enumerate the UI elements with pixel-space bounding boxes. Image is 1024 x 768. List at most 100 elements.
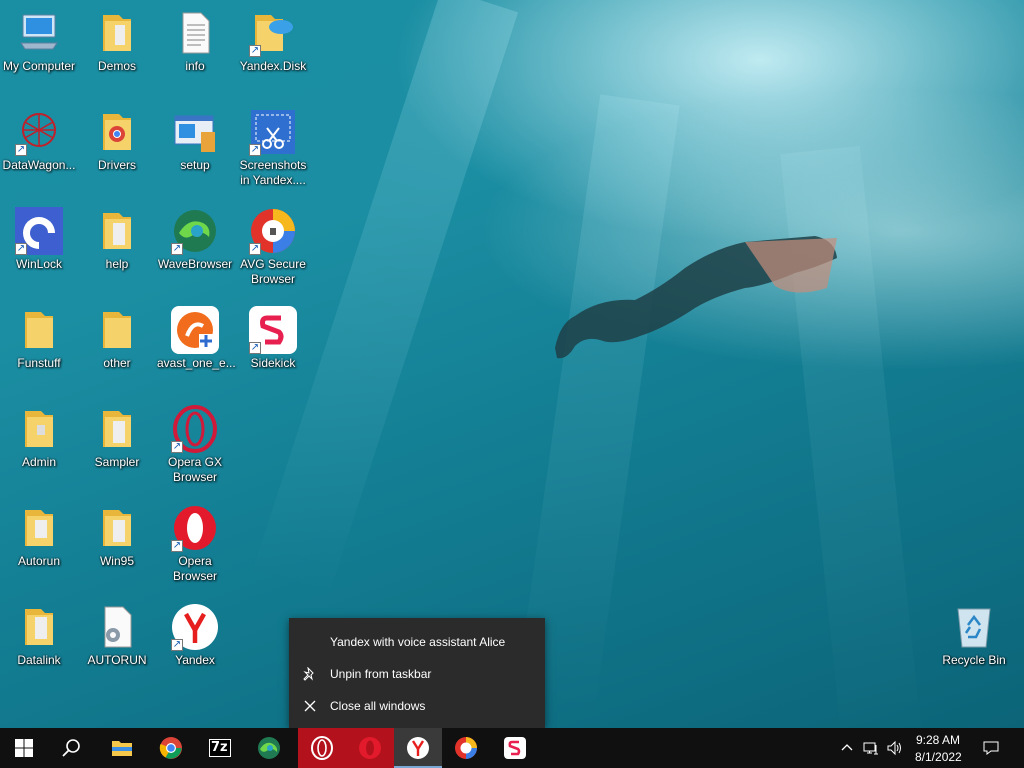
desktop-icon-sampler[interactable]: Sampler: [79, 405, 155, 470]
desktop-icon-yandex[interactable]: ↗ Yandex: [157, 603, 233, 668]
opera-icon: [359, 737, 381, 759]
desktop-icon-autorun-inf[interactable]: AUTORUN: [79, 603, 155, 668]
desktop-icon-funstuff[interactable]: Funstuff: [1, 306, 77, 371]
unpin-label: Unpin from taskbar: [330, 667, 432, 681]
desktop-icon-sidekick[interactable]: ↗ Sidekick: [235, 306, 311, 371]
sidekick-icon: ↗: [249, 306, 297, 354]
desktop-icon-my-computer[interactable]: My Computer: [1, 9, 77, 74]
icon-label: Drivers: [98, 158, 136, 172]
icon-label: Yandex.Disk: [239, 59, 307, 73]
folder-icon: [15, 504, 63, 552]
desktop-icon-recycle-bin[interactable]: Recycle Bin: [936, 603, 1012, 668]
start-button[interactable]: [0, 728, 48, 768]
folder-chrome-icon: [93, 108, 141, 156]
screenshots-icon: ↗: [249, 108, 297, 156]
wallpaper-light-ray: [250, 0, 519, 603]
desktop-icon-wavebrowser[interactable]: ↗ WaveBrowser: [157, 207, 233, 272]
desktop-icon-win95[interactable]: Win95: [79, 504, 155, 569]
shortcut-arrow-icon: ↗: [249, 342, 261, 354]
desktop-icon-datalink[interactable]: Datalink: [1, 603, 77, 668]
text-file-icon: [171, 9, 219, 57]
icon-label: Sampler: [94, 455, 140, 469]
network-icon[interactable]: [863, 740, 879, 756]
desktop-icon-info[interactable]: info: [157, 9, 233, 74]
folder-icon: [93, 504, 141, 552]
taskbar-opera-gx[interactable]: [298, 728, 346, 768]
wallpaper-diver: [555, 236, 837, 359]
settings-file-icon: [93, 603, 141, 651]
desktop-icon-opera-gx[interactable]: ↗ Opera GX Browser: [157, 405, 233, 485]
taskbar-7zip[interactable]: 7z: [196, 728, 244, 768]
taskbar-opera[interactable]: [346, 728, 394, 768]
chrome-icon: [159, 737, 182, 759]
yandex-disk-icon: ↗: [249, 9, 297, 57]
icon-label: avast_one_e...: [157, 356, 236, 370]
close-all-windows-item[interactable]: Close all windows: [289, 691, 545, 721]
taskbar-yandex[interactable]: [394, 728, 442, 768]
setup-icon: [171, 108, 219, 156]
desktop-icon-other[interactable]: other: [79, 306, 155, 371]
desktop-icon-yandex-disk[interactable]: ↗ Yandex.Disk: [235, 9, 311, 74]
taskbar-avg-browser[interactable]: [442, 728, 490, 768]
windows-logo-icon: [15, 739, 33, 757]
desktop-icon-datawagon[interactable]: ↗ DataWagon...: [1, 108, 77, 173]
folder-icon: [93, 306, 141, 354]
desktop-icon-admin[interactable]: Admin: [1, 405, 77, 470]
wavebrowser-icon: ↗: [171, 207, 219, 255]
computer-icon: [15, 9, 63, 57]
desktop-icon-help[interactable]: help: [79, 207, 155, 272]
clock-date[interactable]: 8/1/2022: [915, 750, 962, 764]
opera-gx-icon: [311, 736, 333, 760]
desktop-icon-winlock[interactable]: ↗ WinLock: [1, 207, 77, 272]
icon-label: Admin: [21, 455, 56, 469]
taskbar-chrome[interactable]: [147, 728, 195, 768]
show-hidden-icons-chevron-icon[interactable]: [839, 740, 855, 756]
desktop-icon-avast[interactable]: avast_one_e...: [157, 306, 236, 371]
shortcut-arrow-icon: ↗: [249, 45, 261, 57]
notification-center-icon[interactable]: [983, 740, 999, 756]
icon-label: Win95: [99, 554, 134, 568]
shortcut-arrow-icon: ↗: [171, 441, 183, 453]
shortcut-arrow-icon: ↗: [15, 144, 27, 156]
datawagon-icon: ↗: [15, 108, 63, 156]
desktop-icon-opera[interactable]: ↗ Opera Browser: [157, 504, 233, 584]
icon-label: help: [105, 257, 129, 271]
avg-browser-icon: ↗: [249, 207, 297, 255]
search-button[interactable]: [48, 728, 96, 768]
wavebrowser-icon: [258, 737, 280, 759]
icon-label: Demos: [97, 59, 136, 73]
shortcut-arrow-icon: ↗: [171, 540, 183, 552]
icon-label: DataWagon...: [2, 158, 76, 172]
desktop-icon-screenshots[interactable]: ↗ Screenshots in Yandex....: [235, 108, 311, 188]
icon-label: My Computer: [2, 59, 76, 73]
taskbar-jump-list: Yandex with voice assistant Alice Unpin …: [289, 618, 545, 728]
desktop-icon-setup[interactable]: setup: [157, 108, 233, 173]
shortcut-arrow-icon: ↗: [171, 639, 183, 651]
desktop-icon-avg-browser[interactable]: ↗ AVG Secure Browser: [235, 207, 311, 287]
desktop-icon-autorun[interactable]: Autorun: [1, 504, 77, 569]
desktop-icon-demos[interactable]: Demos: [79, 9, 155, 74]
folder-icon: [15, 306, 63, 354]
desktop-icon-drivers[interactable]: Drivers: [79, 108, 155, 173]
yandex-browser-icon: [407, 737, 429, 759]
taskbar-wavebrowser[interactable]: [245, 728, 293, 768]
shortcut-arrow-icon: ↗: [171, 243, 183, 255]
taskbar-file-explorer[interactable]: [98, 728, 146, 768]
icon-label: info: [185, 59, 205, 73]
volume-icon[interactable]: [886, 740, 902, 756]
unpin-from-taskbar-item[interactable]: Unpin from taskbar: [289, 659, 545, 689]
folder-icon: [15, 603, 63, 651]
jump-list-title[interactable]: Yandex with voice assistant Alice: [330, 635, 505, 649]
taskbar: 7z 9:28 AM 8/1/2022: [0, 728, 1024, 768]
folder-icon: [93, 405, 141, 453]
clock-time[interactable]: 9:28 AM: [916, 733, 960, 747]
icon-label: Autorun: [17, 554, 61, 568]
icon-label: AUTORUN: [87, 653, 147, 667]
icon-label: Datalink: [17, 653, 61, 667]
taskbar-sidekick[interactable]: [491, 728, 539, 768]
icon-label: other: [103, 356, 131, 370]
icon-label: Yandex: [175, 653, 215, 667]
yandex-browser-icon: ↗: [171, 603, 219, 651]
search-icon: [62, 739, 80, 757]
icon-label: WinLock: [15, 257, 62, 271]
